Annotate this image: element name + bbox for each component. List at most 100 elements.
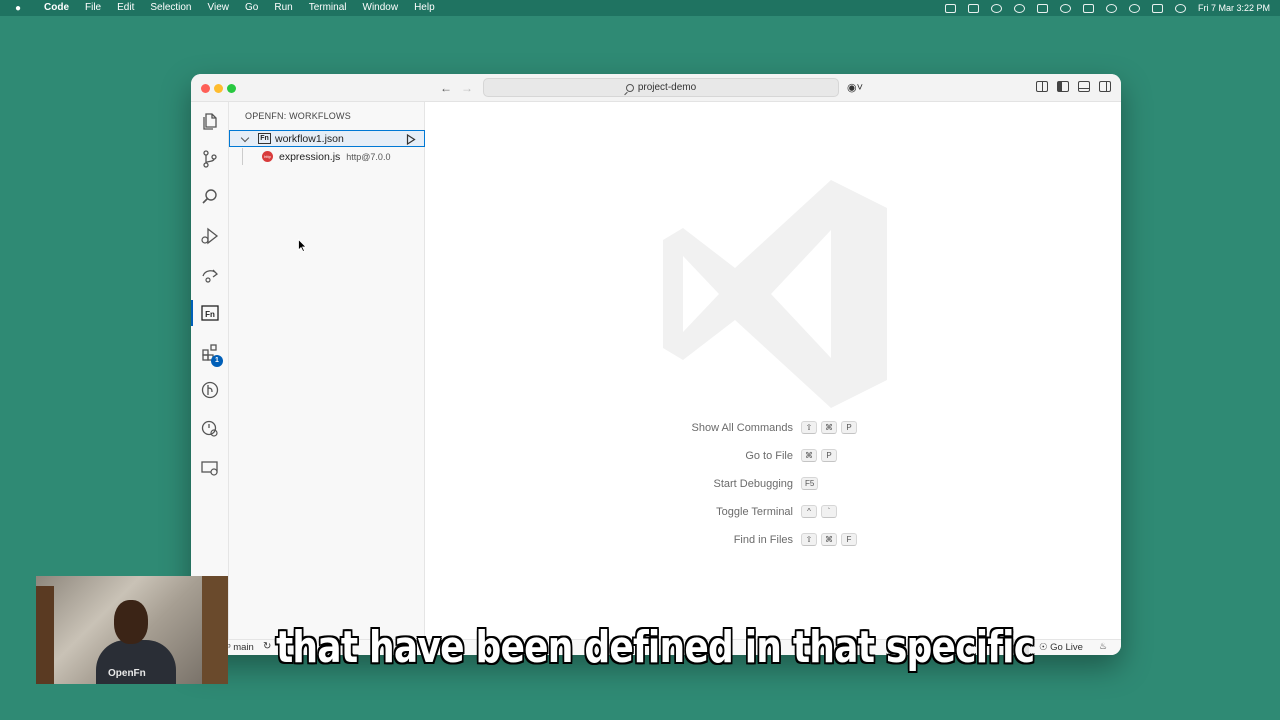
zoom-window-button[interactable]: [227, 84, 236, 93]
openfn-icon[interactable]: Fn: [191, 296, 229, 330]
control-center-icon[interactable]: [1151, 3, 1163, 13]
title-bar: ← → project-demo ◉˅: [191, 74, 1121, 102]
battery-icon[interactable]: [1082, 3, 1094, 13]
wifi-icon[interactable]: [1105, 3, 1117, 13]
menu-terminal[interactable]: Terminal: [301, 0, 355, 16]
toggle-panel-icon[interactable]: [1078, 81, 1090, 92]
openfn-file-icon: Fn: [258, 133, 271, 144]
http-adaptor-icon: http: [262, 151, 273, 162]
command-center-label: project-demo: [637, 82, 697, 93]
shortcut-toggle-terminal: Toggle Terminal ^ `: [625, 505, 945, 534]
adaptor-version: http@7.0.0: [346, 151, 391, 162]
keycap: ⇧: [801, 533, 817, 546]
shortcut-show-all-commands: Show All Commands ⇧ ⌘ P: [625, 421, 945, 450]
vscode-watermark-icon: [663, 180, 887, 408]
teams-icon[interactable]: [944, 3, 956, 13]
macos-menubar: ● Code File Edit Selection View Go Run T…: [0, 0, 1280, 16]
menu-go[interactable]: Go: [237, 0, 266, 16]
search-icon: [625, 83, 634, 92]
timeline-icon[interactable]: [191, 412, 229, 446]
diamond-icon[interactable]: [990, 3, 1002, 13]
search-icon[interactable]: [191, 180, 229, 214]
chevron-down-icon[interactable]: [241, 135, 249, 143]
expression-label: expression.js: [279, 150, 341, 163]
go-live-label: Go Live: [1050, 642, 1083, 653]
openfn-workflows-sidebar: OPENFN: WORKFLOWS Fn workflow1.json http…: [229, 102, 425, 639]
branch-name: main: [233, 642, 254, 653]
notifications-bell-icon[interactable]: ♨: [1099, 641, 1107, 652]
keycap: ⌘: [821, 533, 837, 546]
play-icon[interactable]: [1059, 3, 1071, 13]
apple-icon[interactable]: ●: [10, 3, 26, 14]
tree-item-expression[interactable]: http expression.js http@7.0.0: [229, 148, 425, 165]
sync-icon[interactable]: ↻: [263, 641, 271, 652]
arrow-right-icon[interactable]: →: [459, 80, 475, 96]
menu-run[interactable]: Run: [266, 0, 300, 16]
video-caption: that have been defined in that specific: [276, 622, 1035, 673]
explorer-icon[interactable]: [191, 104, 229, 138]
remote-monitor-icon[interactable]: [191, 451, 229, 485]
menu-selection[interactable]: Selection: [142, 0, 199, 16]
arrow-left-icon[interactable]: ←: [438, 80, 454, 96]
keycap: `: [821, 505, 837, 518]
menu-app-name[interactable]: Code: [36, 0, 77, 16]
keycap: ^: [801, 505, 817, 518]
shortcut-find-in-files: Find in Files ⇧ ⌘ F: [625, 533, 945, 562]
git-graph-icon[interactable]: [191, 373, 229, 407]
menu-view[interactable]: View: [200, 0, 238, 16]
menu-help[interactable]: Help: [406, 0, 443, 16]
menu-edit[interactable]: Edit: [109, 0, 142, 16]
copilot-icon[interactable]: ◉˅: [847, 80, 871, 96]
go-live-button[interactable]: ☉ Go Live: [1039, 642, 1083, 653]
shortcut-label: Show All Commands: [691, 422, 794, 434]
vscode-window: ← → project-demo ◉˅ Fn 1 OPENFN: WORKFLO…: [191, 74, 1121, 655]
shortcut-go-to-file: Go to File ⌘ P: [625, 449, 945, 478]
keycap: ⇧: [801, 421, 817, 434]
shortcut-hints: Show All Commands ⇧ ⌘ P Go to File ⌘ P S…: [625, 421, 945, 562]
command-center-search[interactable]: project-demo: [483, 78, 839, 97]
shortcut-label: Start Debugging: [713, 478, 794, 490]
tree-item-workflow[interactable]: Fn workflow1.json: [229, 130, 425, 147]
shortcut-label: Toggle Terminal: [716, 506, 793, 518]
keycap: F: [841, 533, 857, 546]
keycap: P: [821, 449, 837, 462]
siri-icon[interactable]: [1174, 3, 1186, 13]
remote-explorer-icon[interactable]: [191, 257, 229, 291]
checkbox-icon[interactable]: [967, 3, 979, 13]
keycap: ⌘: [801, 449, 817, 462]
editor-empty-state: Show All Commands ⇧ ⌘ P Go to File ⌘ P S…: [425, 102, 1121, 639]
spotlight-search-icon[interactable]: [1128, 3, 1140, 13]
toggle-secondary-sidebar-icon[interactable]: [1099, 81, 1111, 92]
shortcut-label: Go to File: [745, 450, 793, 462]
shortcut-start-debugging: Start Debugging F5: [625, 477, 945, 506]
menubar-status-area: Fri 7 Mar 3:22 PM: [944, 0, 1270, 16]
keycap: ⌘: [821, 421, 837, 434]
extensions-badge: 1: [211, 355, 223, 367]
toggle-primary-sidebar-icon[interactable]: [1057, 81, 1069, 92]
webcam-background-wall: [202, 576, 228, 684]
menu-window[interactable]: Window: [355, 0, 407, 16]
app-menu: Code File Edit Selection View Go Run Ter…: [36, 0, 443, 16]
extensions-icon[interactable]: 1: [191, 335, 229, 369]
shortcut-label: Find in Files: [733, 534, 793, 546]
menu-file[interactable]: File: [77, 0, 109, 16]
status-branch[interactable]: ᵖ main: [227, 642, 254, 653]
webcam-overlay: OpenFn: [36, 576, 228, 684]
run-and-debug-icon[interactable]: [191, 219, 229, 253]
one-password-icon[interactable]: [1013, 3, 1025, 13]
openfn-icon-label: Fn: [205, 310, 215, 319]
close-window-button[interactable]: [201, 84, 210, 93]
presenter-shirt-logo: OpenFn: [108, 668, 146, 679]
layout-controls: [1036, 81, 1111, 92]
keycap: F5: [801, 477, 819, 490]
customize-layout-icon[interactable]: [1036, 81, 1048, 92]
keycap: P: [841, 421, 857, 434]
presenter-head: [114, 600, 148, 644]
activity-bar: Fn 1: [191, 102, 229, 639]
sidebar-title: OPENFN: WORKFLOWS: [245, 111, 351, 121]
source-control-icon[interactable]: [191, 142, 229, 176]
minimize-window-button[interactable]: [214, 84, 223, 93]
volume-icon[interactable]: [1036, 3, 1048, 13]
mouse-cursor-icon: [298, 239, 307, 252]
menubar-clock[interactable]: Fri 7 Mar 3:22 PM: [1198, 3, 1270, 13]
